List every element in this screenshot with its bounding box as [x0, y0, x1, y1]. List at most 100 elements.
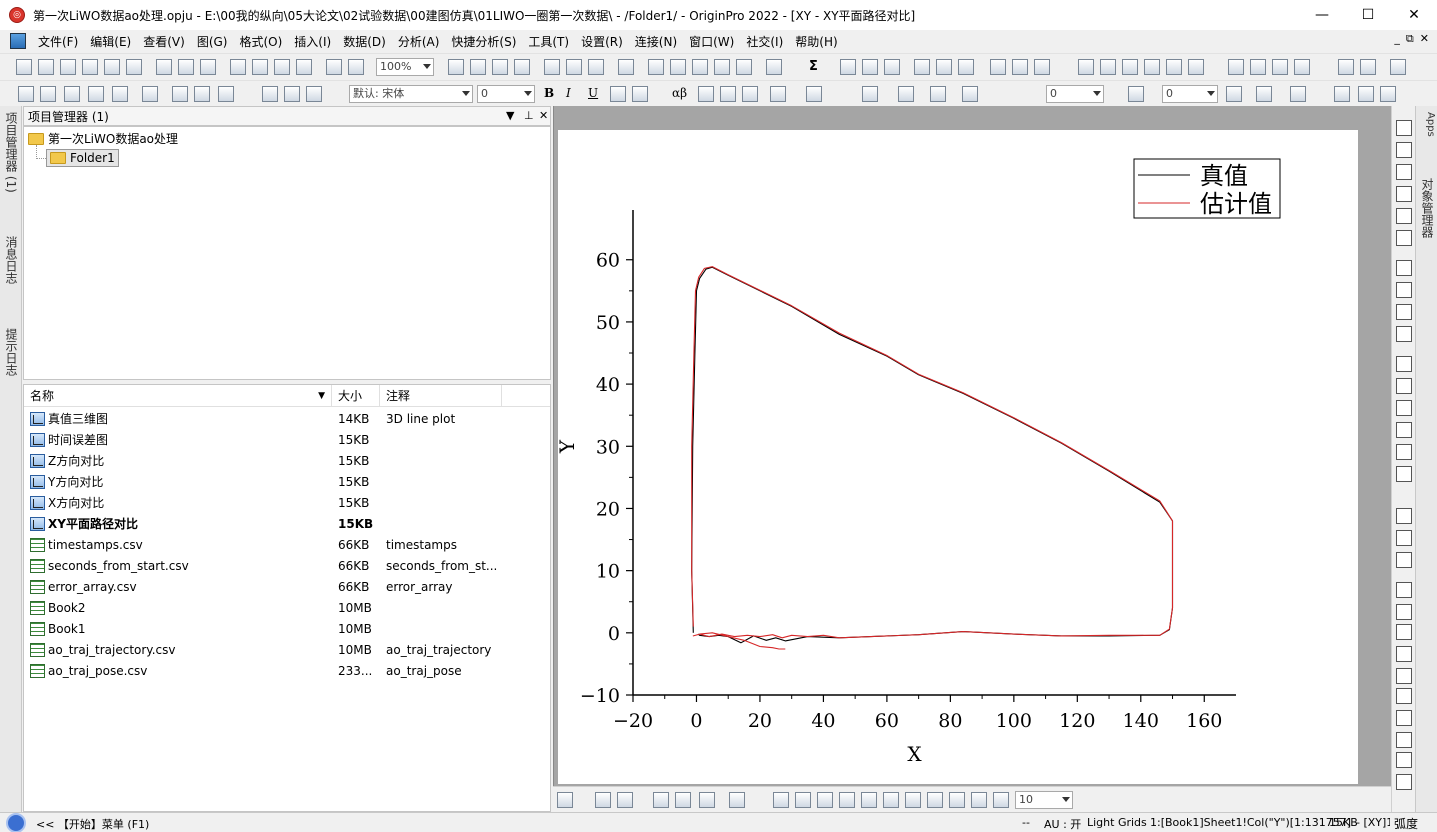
toolbar-tool-icon[interactable] — [492, 59, 508, 75]
menu-window[interactable]: 窗口(W) — [683, 33, 740, 50]
format-tool-icon[interactable] — [806, 86, 822, 102]
start-menu-hint[interactable]: << 【开始】菜单 (F1) — [36, 816, 149, 832]
mdi-minimize-button[interactable]: _ — [1394, 32, 1400, 46]
format-tool-icon[interactable] — [720, 86, 736, 102]
object-tool-icon[interactable] — [905, 792, 921, 808]
toolbar-tool-icon[interactable] — [736, 59, 752, 75]
toolbar-tool-icon[interactable] — [1122, 59, 1138, 75]
toolbar-tool-icon[interactable] — [178, 59, 194, 75]
mdi-restore-button[interactable]: ⧉ — [1406, 32, 1414, 46]
toolbar-tool-icon[interactable] — [990, 59, 1006, 75]
format-tool-icon[interactable] — [306, 86, 322, 102]
sum-icon[interactable]: Σ — [809, 59, 825, 75]
format-tool-icon[interactable] — [1256, 86, 1272, 102]
graph-tool-icon[interactable] — [1396, 752, 1412, 768]
italic-button[interactable]: I — [566, 86, 582, 102]
toolbar-tool-icon[interactable] — [958, 59, 974, 75]
format-tool-icon[interactable] — [1358, 86, 1374, 102]
format-tool-icon[interactable] — [18, 86, 34, 102]
toolbar-tool-icon[interactable] — [326, 59, 342, 75]
line-width-combo[interactable]: 0 — [1046, 85, 1104, 103]
graph-tool-icon[interactable] — [1396, 732, 1412, 748]
graph-tool-icon[interactable] — [1396, 304, 1412, 320]
format-tool-icon[interactable] — [218, 86, 234, 102]
fill-size-combo[interactable]: 0 — [1162, 85, 1218, 103]
tree-folder1[interactable]: Folder1 — [46, 149, 119, 167]
toolbar-tool-icon[interactable] — [38, 59, 54, 75]
toolbar-tool-icon[interactable] — [1166, 59, 1182, 75]
tab-hint-log[interactable]: 提示日志 — [2, 328, 20, 376]
toolbar-tool-icon[interactable] — [936, 59, 952, 75]
format-tool-icon[interactable] — [142, 86, 158, 102]
list-item[interactable]: timestamps.csv 66KB timestamps — [24, 535, 550, 556]
xy-path-chart[interactable]: −20 0 20 40 60 80 100 120 140 160 −10 0 10 20 30 40 50 60… — [555, 130, 1358, 784]
format-tool-icon[interactable] — [610, 86, 626, 102]
object-tool-icon[interactable] — [595, 792, 611, 808]
graph-tool-icon[interactable] — [1396, 400, 1412, 416]
graph-tool-icon[interactable] — [1396, 208, 1412, 224]
close-panel-icon[interactable]: ✕ — [539, 109, 548, 122]
format-tool-icon[interactable] — [1290, 86, 1306, 102]
toolbar-tool-icon[interactable] — [1188, 59, 1204, 75]
object-tool-icon[interactable] — [817, 792, 833, 808]
menu-format[interactable]: 格式(O) — [233, 33, 288, 50]
format-tool-icon[interactable] — [194, 86, 210, 102]
list-item[interactable]: Book2 10MB — [24, 598, 550, 619]
column-header-comment[interactable]: 注释 — [380, 385, 502, 407]
graph-tool-icon[interactable] — [1396, 282, 1412, 298]
graph-tool-icon[interactable] — [1396, 326, 1412, 342]
graph-tool-icon[interactable] — [1396, 230, 1412, 246]
toolbar-tool-icon[interactable] — [1390, 59, 1406, 75]
toolbar-tool-icon[interactable] — [648, 59, 664, 75]
toolbar-tool-icon[interactable] — [126, 59, 142, 75]
format-tool-icon[interactable] — [1226, 86, 1242, 102]
format-tool-icon[interactable] — [284, 86, 300, 102]
format-tool-icon[interactable] — [88, 86, 104, 102]
toolbar-tool-icon[interactable] — [670, 59, 686, 75]
object-tool-icon[interactable] — [675, 792, 691, 808]
format-tool-icon[interactable] — [862, 86, 878, 102]
toolbar-tool-icon[interactable] — [1012, 59, 1028, 75]
menu-edit[interactable]: 编辑(E) — [84, 33, 137, 50]
list-item[interactable]: ao_traj_pose.csv 233... ao_traj_pose — [24, 661, 550, 682]
legend[interactable]: 真值估计值 — [1133, 158, 1281, 219]
format-tool-icon[interactable] — [64, 86, 80, 102]
toolbar-tool-icon[interactable] — [884, 59, 900, 75]
menu-quick-analysis[interactable]: 快捷分析(S) — [445, 33, 522, 50]
menu-file[interactable]: 文件(F) — [32, 33, 84, 50]
pin-icon[interactable]: ⊥ — [524, 109, 534, 122]
toolbar-tool-icon[interactable] — [156, 59, 172, 75]
format-tool-icon[interactable] — [1128, 86, 1144, 102]
list-item[interactable]: XY平面路径对比 15KB — [24, 514, 550, 535]
toolbar-tool-icon[interactable] — [348, 59, 364, 75]
toolbar-tool-icon[interactable] — [1250, 59, 1266, 75]
angle-unit-status[interactable]: 弧度 — [1394, 815, 1418, 832]
toolbar-tool-icon[interactable] — [16, 59, 32, 75]
toolbar-tool-icon[interactable] — [1100, 59, 1116, 75]
object-tool-icon[interactable] — [699, 792, 715, 808]
font-size-combo[interactable]: 0 — [477, 85, 535, 103]
list-item[interactable]: error_array.csv 66KB error_array — [24, 577, 550, 598]
mdi-close-button[interactable]: ✕ — [1420, 32, 1429, 46]
toolbar-tool-icon[interactable] — [1078, 59, 1094, 75]
toolbar-tool-icon[interactable] — [1272, 59, 1288, 75]
object-tool-icon[interactable] — [557, 792, 573, 808]
menu-insert[interactable]: 插入(I) — [288, 33, 337, 50]
menu-data[interactable]: 数据(D) — [337, 33, 392, 50]
menu-tools[interactable]: 工具(T) — [522, 33, 575, 50]
dropdown-icon[interactable]: ▼ — [506, 109, 514, 122]
object-tool-icon[interactable] — [653, 792, 669, 808]
list-item[interactable]: ao_traj_trajectory.csv 10MB ao_traj_trajec… — [24, 640, 550, 661]
object-size-combo[interactable]: 10 — [1015, 791, 1073, 809]
list-item[interactable]: 时间误差图 15KB — [24, 430, 550, 451]
graph-tool-icon[interactable] — [1396, 530, 1412, 546]
format-tool-icon[interactable] — [930, 86, 946, 102]
object-tool-icon[interactable] — [971, 792, 987, 808]
toolbar-tool-icon[interactable] — [60, 59, 76, 75]
toolbar-tool-icon[interactable] — [692, 59, 708, 75]
origin-app-icon[interactable]: ◎ — [9, 7, 25, 23]
graph-tool-icon[interactable] — [1396, 120, 1412, 136]
tab-object-manager[interactable]: 对象管理器 — [1418, 178, 1436, 238]
graph-tool-icon[interactable] — [1396, 710, 1412, 726]
graph-tool-icon[interactable] — [1396, 466, 1412, 482]
